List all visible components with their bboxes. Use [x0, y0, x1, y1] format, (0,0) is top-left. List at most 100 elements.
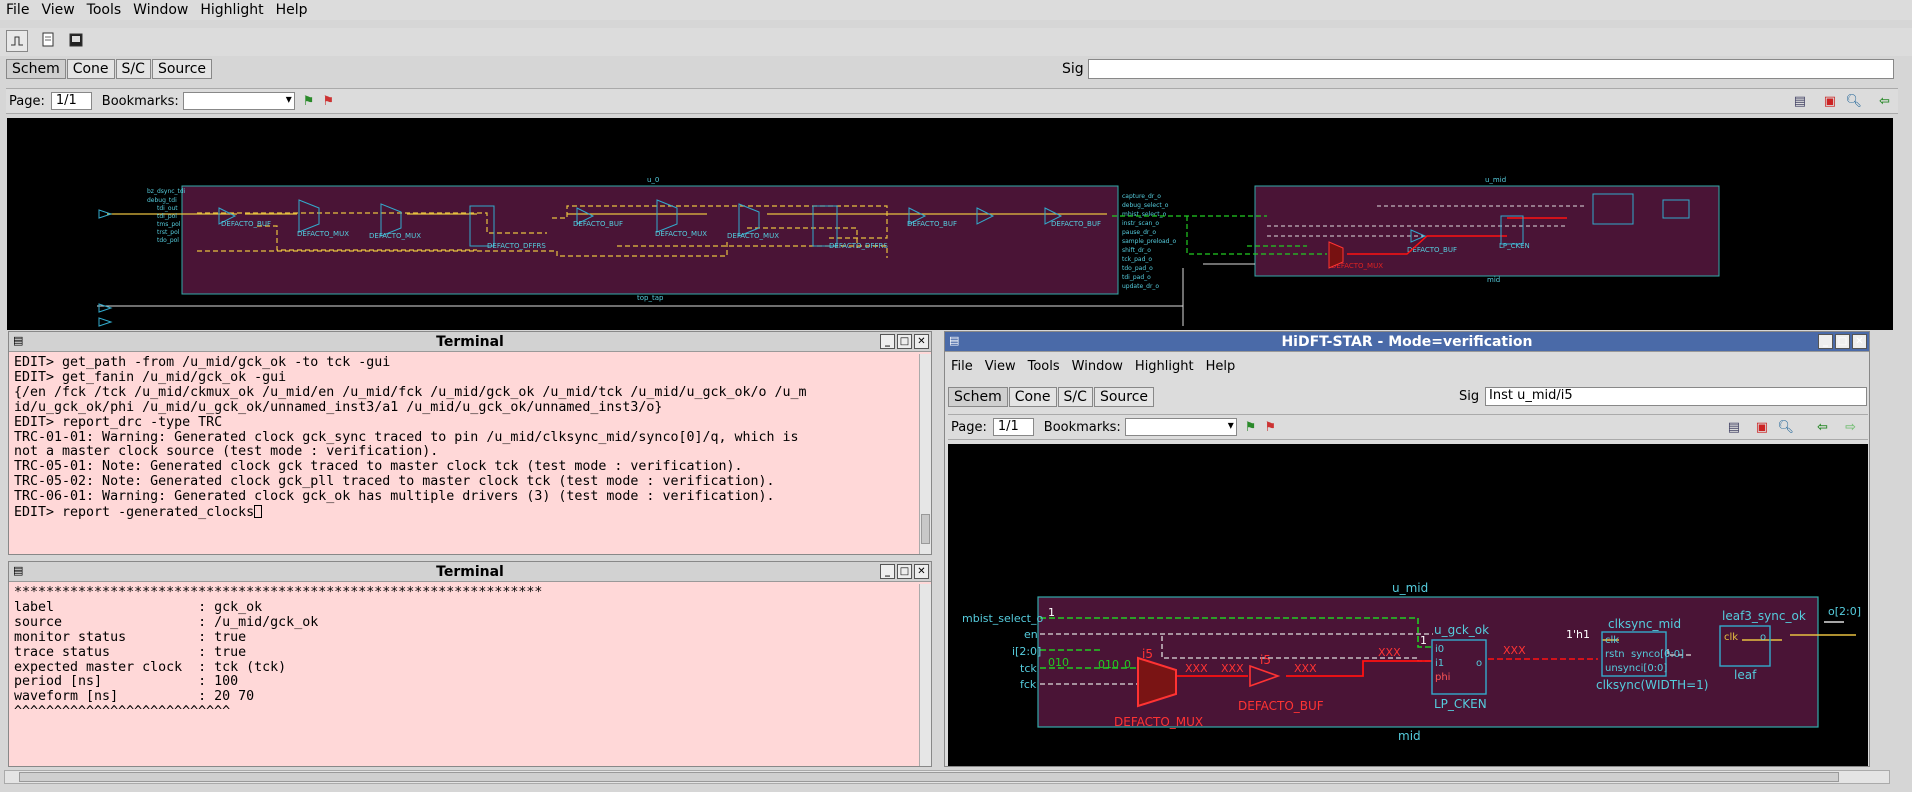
- horizontal-scrollbar[interactable]: [4, 770, 1890, 784]
- add-bookmark-icon[interactable]: ⚑: [303, 94, 315, 109]
- terminal-1-scrollbar[interactable]: [919, 354, 931, 554]
- top-schematic-canvas[interactable]: DEFACTO_BUF DEFACTO_MUX DEFACTO_MUX DEFA…: [7, 118, 1893, 330]
- menu-window[interactable]: Window: [133, 2, 188, 18]
- svg-text:u_gck_ok: u_gck_ok: [1434, 623, 1489, 637]
- hidft-titlebar: ▤ HiDFT-STAR - Mode=verification _ □ ✕: [945, 332, 1869, 352]
- hidft-tab-cone[interactable]: Cone: [1008, 387, 1057, 407]
- top-schematic-svg: DEFACTO_BUF DEFACTO_MUX DEFACTO_MUX DEFA…: [97, 176, 1720, 327]
- menu-highlight[interactable]: Highlight: [200, 2, 263, 18]
- zoom-input-mbist: mbist_select_o: [962, 612, 1043, 625]
- menu-file[interactable]: File: [6, 2, 29, 18]
- terminal-1-minimize-icon[interactable]: _: [880, 334, 895, 349]
- main-view-tabs: Schem Cone S/C Source: [6, 59, 213, 79]
- hidft-tab-schem[interactable]: Schem: [948, 387, 1008, 407]
- terminal-2-minimize-icon[interactable]: _: [880, 564, 895, 579]
- hidft-remove-bookmark-icon[interactable]: ⚑: [1264, 420, 1276, 435]
- zoom-schematic-canvas[interactable]: u_mid mid mbist_select_o en i[2:0] tck f…: [948, 444, 1868, 766]
- svg-text:DEFACTO_BUF: DEFACTO_BUF: [907, 220, 957, 228]
- hidft-page-spinner[interactable]: 1/1: [992, 418, 1034, 436]
- svg-text:tck: tck: [1020, 662, 1037, 675]
- hidft-menu-window[interactable]: Window: [1072, 359, 1123, 374]
- svg-text:update_dr_o: update_dr_o: [1122, 283, 1159, 290]
- back-arrow-icon[interactable]: ⇦: [1879, 94, 1890, 109]
- terminal-2-output[interactable]: ****************************************…: [14, 586, 914, 766]
- hidft-search-icon[interactable]: 🔍︎: [1777, 420, 1794, 435]
- tab-schem[interactable]: Schem: [6, 59, 66, 79]
- svg-text:o[2:0]: o[2:0]: [1828, 605, 1861, 618]
- hidft-tab-source[interactable]: Source: [1093, 387, 1155, 407]
- main-menubar: File View Tools Window Highlight Help: [0, 0, 1912, 20]
- hidft-add-bookmark-icon[interactable]: ⚑: [1245, 420, 1257, 435]
- page-spinner[interactable]: 1/1: [50, 92, 92, 110]
- svg-text:DEFACTO_DFFRS: DEFACTO_DFFRS: [829, 242, 888, 250]
- hidft-menu-file[interactable]: File: [951, 359, 973, 374]
- hidft-minimize-icon[interactable]: _: [1818, 334, 1833, 349]
- terminal-2-scrollbar[interactable]: [919, 584, 931, 766]
- terminal-1-output[interactable]: EDIT> get_path -from /u_mid/gck_ok -to t…: [14, 356, 914, 552]
- menu-help[interactable]: Help: [276, 2, 308, 18]
- hidft-window-icon: ▤: [949, 334, 960, 347]
- clear-highlight-icon[interactable]: ▣: [1824, 94, 1836, 109]
- hidft-tab-sc[interactable]: S/C: [1057, 387, 1093, 407]
- hidft-menu-highlight[interactable]: Highlight: [1135, 359, 1194, 374]
- window-icon[interactable]: [66, 30, 88, 52]
- terminal-2-title: Terminal: [436, 563, 504, 580]
- highlight-icon[interactable]: ▤: [1794, 94, 1806, 109]
- bookmarks-label: Bookmarks:: [101, 93, 179, 109]
- svg-text:XXX: XXX: [1378, 646, 1401, 659]
- svg-text:tdo_pol: tdo_pol: [157, 237, 179, 244]
- hidft-forward-arrow-icon[interactable]: ⇨: [1845, 420, 1856, 435]
- hidft-bookmarks-select[interactable]: [1124, 418, 1237, 436]
- menu-view[interactable]: View: [41, 2, 74, 18]
- svg-text:phi: phi: [1435, 672, 1450, 683]
- menu-tools[interactable]: Tools: [87, 2, 122, 18]
- svg-text:unsynci[0:0]: unsynci[0:0]: [1605, 663, 1667, 674]
- tab-source[interactable]: Source: [151, 59, 213, 79]
- sig-input[interactable]: [1088, 59, 1894, 79]
- hidft-back-arrow-icon[interactable]: ⇦: [1817, 420, 1828, 435]
- document-icon[interactable]: [38, 30, 60, 52]
- horizontal-scrollbar-thumb[interactable]: [19, 772, 1839, 782]
- svg-text:pause_dr_o: pause_dr_o: [1122, 229, 1156, 236]
- svg-text:capture_dr_o: capture_dr_o: [1122, 193, 1161, 200]
- svg-text:rstn: rstn: [1605, 649, 1625, 660]
- waveform-icon[interactable]: [6, 30, 28, 52]
- hidft-sig-input[interactable]: Inst u_mid/i5: [1485, 387, 1867, 406]
- hidft-clear-highlight-icon[interactable]: ▣: [1756, 420, 1768, 435]
- bookmarks-select[interactable]: [182, 92, 295, 110]
- zoom-module-bottom-label: mid: [1398, 729, 1421, 743]
- hidft-highlight-icon[interactable]: ▤: [1728, 420, 1740, 435]
- svg-text:bz_dsync_tdi: bz_dsync_tdi: [147, 188, 186, 195]
- main-toolbar: [0, 28, 1912, 56]
- hidft-menu-view[interactable]: View: [985, 359, 1016, 374]
- tab-cone[interactable]: Cone: [66, 59, 115, 79]
- hidft-maximize-icon[interactable]: □: [1835, 334, 1850, 349]
- sig-label: Sig: [1062, 61, 1084, 77]
- svg-text:DEFACTO_BUF: DEFACTO_BUF: [573, 220, 623, 228]
- svg-text:XXX: XXX: [1221, 662, 1244, 675]
- hidft-view-tabs: Schem Cone S/C Source: [948, 387, 1155, 407]
- hidft-menu-tools[interactable]: Tools: [1028, 359, 1060, 374]
- terminal-2-maximize-icon[interactable]: □: [897, 564, 912, 579]
- hidft-menu-help[interactable]: Help: [1206, 359, 1236, 374]
- terminal-1-maximize-icon[interactable]: □: [897, 334, 912, 349]
- svg-text:shift_dr_o: shift_dr_o: [1122, 247, 1151, 254]
- svg-text:instr_scan_o: instr_scan_o: [1122, 220, 1159, 227]
- terminal-2-close-icon[interactable]: ✕: [914, 564, 929, 579]
- svg-text:XXX: XXX: [1294, 662, 1317, 675]
- svg-text:clksync_mid: clksync_mid: [1608, 617, 1681, 631]
- svg-text:0: 0: [1124, 658, 1131, 671]
- svg-text:DEFACTO_MUX: DEFACTO_MUX: [369, 232, 421, 240]
- svg-text:en: en: [1024, 628, 1038, 641]
- search-icon[interactable]: 🔍︎: [1845, 94, 1862, 109]
- svg-text:mbist_select_o: mbist_select_o: [1122, 211, 1167, 218]
- hidft-sig-label: Sig: [1459, 389, 1480, 404]
- tab-sc[interactable]: S/C: [115, 59, 151, 79]
- svg-text:tdi_out: tdi_out: [157, 205, 178, 212]
- svg-text:i1: i1: [1435, 658, 1444, 669]
- hidft-close-icon[interactable]: ✕: [1852, 334, 1867, 349]
- svg-text:tms_pol: tms_pol: [157, 221, 181, 228]
- terminal-1-close-icon[interactable]: ✕: [914, 334, 929, 349]
- remove-bookmark-icon[interactable]: ⚑: [322, 94, 334, 109]
- svg-text:clk: clk: [1724, 632, 1738, 643]
